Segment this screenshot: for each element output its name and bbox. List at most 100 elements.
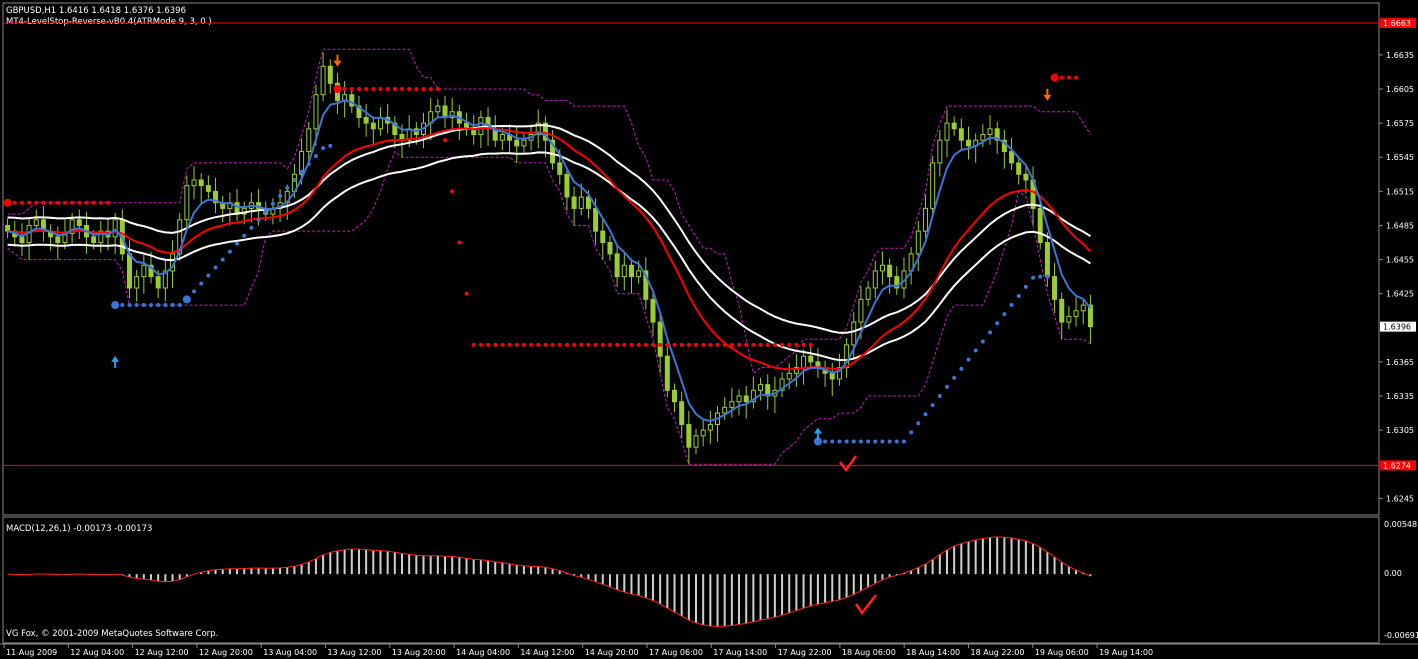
- stop-down-dot: [48, 200, 53, 205]
- stop-up-dot: [263, 209, 268, 214]
- chart-window[interactable]: GBPUSD,H1 1.6416 1.6418 1.6376 1.6396 MT…: [0, 0, 1418, 659]
- stop-down-dot: [694, 342, 699, 347]
- candle-body: [786, 372, 792, 380]
- stop-up-dot-start: [111, 301, 120, 310]
- stop-down-dot: [471, 342, 476, 347]
- symbol-ohlc-header: GBPUSD,H1 1.6416 1.6418 1.6376 1.6396: [6, 6, 186, 16]
- price-tick-label: 1.6245: [1386, 494, 1414, 503]
- time-tick-label: 14 Aug 04:00: [456, 648, 510, 657]
- stop-up-dot: [235, 241, 240, 246]
- stop-down-dot: [41, 200, 46, 205]
- stop-up-dot: [959, 366, 964, 371]
- candle-body: [514, 139, 520, 147]
- candle-body: [951, 122, 957, 130]
- stop-down-dot: [607, 342, 612, 347]
- stop-down-dot: [399, 87, 404, 92]
- price-tick-label: 1.6545: [1386, 153, 1414, 162]
- stop-down-dot: [636, 342, 641, 347]
- stop-down-dot: [715, 342, 720, 347]
- stop-down-dot: [428, 87, 433, 92]
- stop-down-dot: [84, 200, 89, 205]
- stop-down-dot: [708, 342, 713, 347]
- candle-body: [320, 65, 326, 96]
- stop-down-dot: [421, 87, 426, 92]
- candle-body: [758, 384, 764, 391]
- stop-up-dot: [134, 303, 139, 308]
- stop-up-dot: [199, 281, 204, 286]
- candle-body: [205, 185, 211, 192]
- stop-down-dot: [658, 342, 663, 347]
- candle-body: [571, 196, 577, 209]
- stop-down-dot: [543, 342, 548, 347]
- price-tick-label: 1.6605: [1386, 85, 1414, 94]
- stop-down-dot: [349, 87, 354, 92]
- time-tick-label: 14 Aug 12:00: [520, 648, 574, 657]
- stop-up-dot: [966, 357, 971, 362]
- stop-down-dot: [91, 200, 96, 205]
- stop-down-dot: [529, 342, 534, 347]
- candlesticks: [5, 52, 1093, 465]
- stop-down-dot: [665, 342, 670, 347]
- candle-body: [829, 372, 835, 380]
- candle-body: [435, 105, 441, 113]
- stop-down-dot: [1059, 75, 1064, 80]
- candle-body: [1052, 276, 1058, 300]
- stop-up-dot: [285, 185, 290, 190]
- time-axis: 11 Aug 2009 12 Aug 04:00 12 Aug 12:00 12 Au…: [3, 644, 1153, 657]
- stop-up-dot: [988, 330, 993, 335]
- stop-down-dot: [27, 200, 32, 205]
- stop-up-dot: [901, 439, 906, 444]
- stop-up-dot: [292, 177, 297, 182]
- stop-down-dot: [364, 87, 369, 92]
- stop-down-dot: [12, 200, 17, 205]
- candle-body: [679, 401, 685, 425]
- candle-body: [557, 162, 563, 175]
- stop-down-dot: [19, 200, 24, 205]
- candle-body: [1009, 151, 1015, 164]
- stop-up-dot: [127, 303, 132, 308]
- candle-body: [707, 423, 713, 431]
- copyright-text: VG Fox, © 2001-2009 MetaQuotes Software …: [6, 629, 218, 639]
- candle-body: [851, 321, 857, 346]
- stop-up-dot: [242, 233, 247, 238]
- stop-down-dot: [650, 342, 655, 347]
- candle-body: [521, 139, 527, 147]
- stop-down-dot: [342, 87, 347, 92]
- candle-body: [700, 429, 706, 437]
- price-tick-label: 1.6485: [1386, 221, 1414, 230]
- stop-up-dot: [149, 303, 154, 308]
- stop-down-dot: [808, 342, 813, 347]
- candle-body: [980, 133, 986, 141]
- candle-body: [327, 65, 333, 84]
- stop-down-dot: [729, 342, 734, 347]
- stop-down-dot: [586, 342, 591, 347]
- macd-tick-zero: 0.00: [1384, 569, 1402, 578]
- stop-down-dot: [450, 189, 455, 194]
- stop-down-dot: [464, 291, 469, 296]
- candle-body: [915, 230, 921, 255]
- candle-body: [1073, 310, 1079, 317]
- stop-down-dot: [371, 87, 376, 92]
- candle-body: [306, 128, 312, 153]
- price-tick-label: 1.6515: [1386, 187, 1414, 196]
- price-tick-label: 1.6635: [1386, 51, 1414, 60]
- candle-body: [141, 264, 147, 278]
- time-tick-label: 14 Aug 20:00: [585, 648, 639, 657]
- stop-down-dot: [615, 342, 620, 347]
- candle-body: [736, 395, 742, 403]
- stop-down-dot: [62, 200, 67, 205]
- arrow-down-icon: [1043, 88, 1052, 101]
- stop-up-dot: [278, 193, 283, 198]
- candle-body: [1066, 315, 1072, 323]
- candle-body: [33, 219, 39, 226]
- candle-body: [729, 401, 735, 408]
- stop-down-dot: [385, 87, 390, 92]
- price-axis: 1.6635 1.6605 1.6575 1.6545 1.6515 1.6485 1.64…: [1379, 51, 1416, 503]
- arrow-up-icon: [813, 427, 822, 440]
- stop-up-dot: [995, 321, 1000, 326]
- price-tick-label: 1.6305: [1386, 426, 1414, 435]
- candle-body: [198, 179, 204, 187]
- candle-body: [1080, 304, 1086, 312]
- candle-body: [865, 287, 871, 300]
- arrow-up-icon: [111, 355, 120, 368]
